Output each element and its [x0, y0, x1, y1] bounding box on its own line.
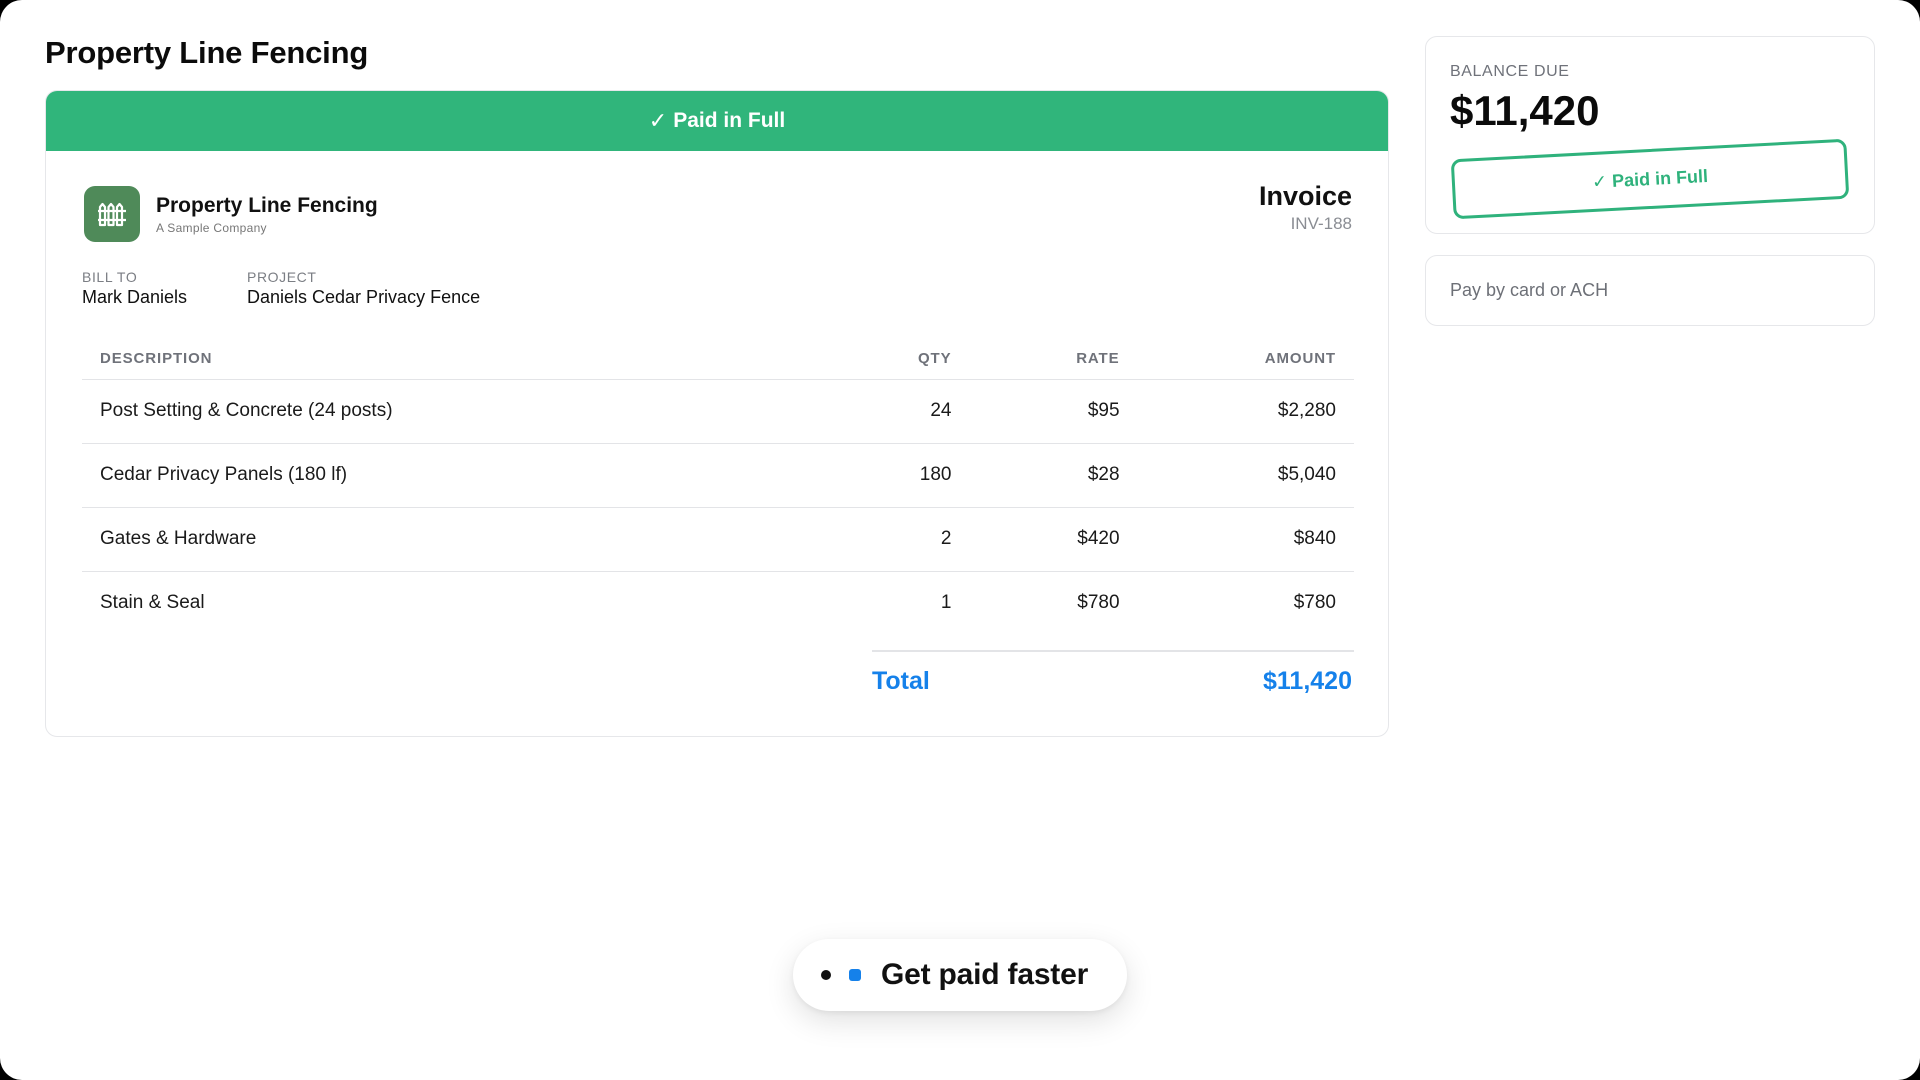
balance-due-amount: $11,420 — [1450, 87, 1600, 134]
project: PROJECT Daniels Cedar Privacy Fence — [247, 269, 480, 308]
table-row: Gates & Hardware 2 $420 $840 — [82, 507, 1354, 572]
dot-icon — [821, 970, 831, 980]
cell-amount: $780 — [1293, 592, 1336, 614]
cell-description: Cedar Privacy Panels (180 lf) — [82, 443, 789, 508]
header-qty: QTY — [788, 339, 970, 380]
table-row: Cedar Privacy Panels (180 lf) 180 $28 $5… — [82, 443, 1354, 508]
square-dot-icon — [849, 969, 861, 981]
cell-amount: $2,280 — [1137, 379, 1354, 444]
cell-description: Post Setting & Concrete (24 posts) — [82, 379, 789, 444]
bill-to-value: Mark Daniels — [82, 287, 188, 307]
invoice-number: INV-188 — [1290, 214, 1352, 233]
cell-qty: 2 — [788, 507, 970, 572]
paid-stamp-label: Paid in Full — [1611, 165, 1709, 191]
pay-by-card-button[interactable]: Pay by card or ACH — [1425, 255, 1875, 326]
project-value: Daniels Cedar Privacy Fence — [247, 287, 481, 307]
paid-stamp: ✓ Paid in Full — [1450, 138, 1850, 220]
total-divider — [872, 650, 1354, 652]
page-title: Property Line Fencing — [45, 35, 369, 70]
cell-rate: $28 — [969, 443, 1138, 508]
invoice-card: ✓ Paid in Full Property Line Fencing A S… — [45, 90, 1389, 737]
get-paid-faster-pill: Get paid faster — [793, 939, 1127, 1011]
company-subtitle: A Sample Company — [156, 220, 267, 235]
cell-description: Gates & Hardware — [82, 507, 789, 572]
paid-banner: ✓ Paid in Full — [46, 91, 1388, 151]
line-items-table: DESCRIPTION QTY RATE AMOUNT Post Setting… — [82, 339, 1354, 635]
header-rate: RATE — [969, 339, 1138, 380]
pill-label: Get paid faster — [881, 958, 1089, 991]
bill-to: BILL TO Mark Daniels — [82, 269, 187, 308]
invoice-title: Invoice — [1258, 181, 1352, 211]
cell-qty: 1 — [940, 592, 952, 614]
cell-rate: $420 — [969, 507, 1138, 572]
table-row: Post Setting & Concrete (24 posts) 24 $9… — [82, 379, 1354, 444]
cell-qty: 24 — [788, 379, 970, 444]
cell-amount: $840 — [1137, 507, 1354, 572]
table-row: Stain & Seal 1 $780 $780 — [82, 571, 1354, 635]
check-icon: ✓ — [1591, 170, 1608, 192]
balance-due-label: BALANCE DUE — [1450, 63, 1570, 80]
total-value: $11,420 — [1263, 667, 1352, 695]
header-description: DESCRIPTION — [82, 339, 789, 380]
cell-qty: 180 — [788, 443, 970, 508]
app-frame: Property Line Fencing ✓ Paid in Full Pro… — [0, 0, 1920, 1080]
fence-icon — [84, 186, 140, 242]
check-icon: ✓ — [648, 108, 668, 133]
cell-amount: $5,040 — [1137, 443, 1354, 508]
invoice-header: Invoice INV-188 — [1259, 181, 1352, 234]
paid-banner-label: Paid in Full — [673, 109, 786, 132]
cell-rate: $95 — [969, 379, 1138, 444]
total-label: Total — [872, 667, 930, 695]
bill-to-label: BILL TO — [82, 269, 138, 285]
table-header-row: DESCRIPTION QTY RATE AMOUNT — [82, 339, 1354, 380]
cell-description: Stain & Seal — [100, 592, 205, 614]
cell-rate: $780 — [1077, 592, 1120, 614]
balance-card: BALANCE DUE $11,420 ✓ Paid in Full — [1425, 36, 1875, 234]
company-block: Property Line Fencing A Sample Company — [84, 186, 378, 242]
header-amount: AMOUNT — [1137, 339, 1354, 380]
company-name: Property Line Fencing — [156, 193, 378, 217]
project-label: PROJECT — [247, 269, 317, 285]
